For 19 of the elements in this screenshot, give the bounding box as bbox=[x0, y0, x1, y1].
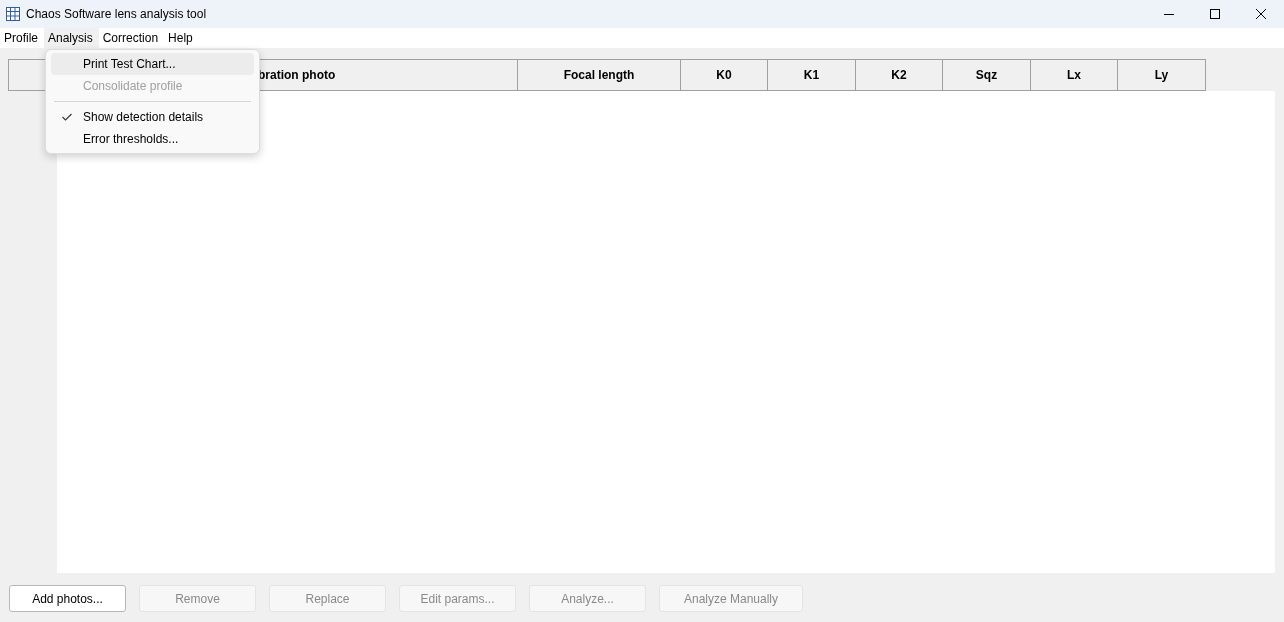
window-title: Chaos Software lens analysis tool bbox=[26, 6, 207, 23]
menu-item[interactable]: Help bbox=[164, 28, 199, 48]
close-icon bbox=[1256, 9, 1266, 19]
menu-item[interactable]: Profile bbox=[0, 28, 44, 48]
column-header[interactable]: Ly bbox=[1118, 59, 1206, 91]
column-header[interactable]: Lx bbox=[1031, 59, 1118, 91]
column-header[interactable]: K0 bbox=[681, 59, 768, 91]
menu-option[interactable]: Show detection details bbox=[51, 106, 254, 128]
menu-option[interactable]: Print Test Chart... bbox=[51, 53, 254, 75]
menu-option[interactable]: Error thresholds... bbox=[51, 128, 254, 150]
maximize-icon bbox=[1210, 9, 1220, 19]
column-header[interactable]: K2 bbox=[856, 59, 943, 91]
column-header[interactable]: Focal length bbox=[518, 59, 681, 91]
menu-item[interactable]: Analysis bbox=[44, 28, 99, 48]
menu-item[interactable]: Correction bbox=[98, 28, 165, 48]
column-header[interactable]: K1 bbox=[768, 59, 856, 91]
app-icon bbox=[6, 7, 20, 21]
action-button[interactable]: Add photos... bbox=[9, 585, 126, 612]
column-header[interactable]: Sqz bbox=[943, 59, 1031, 91]
